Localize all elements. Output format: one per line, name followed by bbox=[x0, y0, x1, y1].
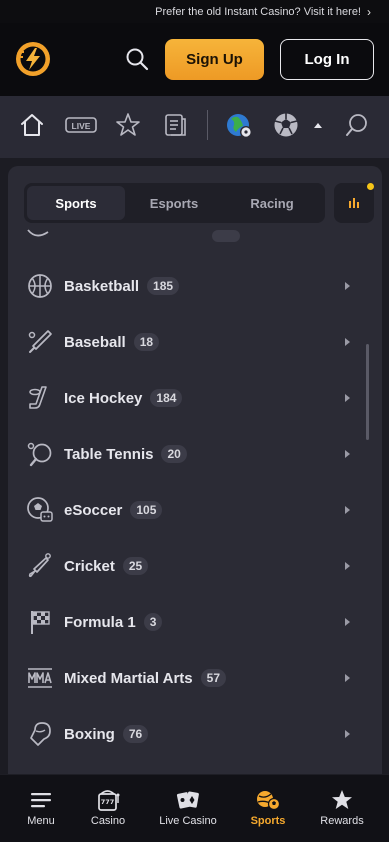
playing-cards-icon bbox=[176, 791, 199, 809]
mma-icon bbox=[28, 668, 52, 688]
event-count-badge: 57 bbox=[200, 669, 227, 687]
hamburger-icon bbox=[31, 793, 51, 808]
chevron-right-icon bbox=[345, 674, 350, 682]
sport-name: Baseball 18 bbox=[64, 333, 160, 351]
sport-name: Boxing 76 bbox=[64, 725, 149, 743]
home-icon[interactable] bbox=[19, 112, 45, 138]
sport-row-boxing[interactable]: Boxing 76 bbox=[8, 706, 366, 762]
event-count-badge: 18 bbox=[133, 333, 160, 351]
chevron-right-icon bbox=[345, 394, 350, 402]
bottom-nav-live-casino[interactable]: Live Casino bbox=[149, 789, 227, 837]
tab-sports[interactable]: Sports bbox=[27, 186, 125, 220]
betslip-icon[interactable] bbox=[162, 112, 188, 138]
event-count-badge: 25 bbox=[122, 557, 149, 575]
bottom-nav-label: Sports bbox=[250, 815, 286, 827]
event-count-badge: 3 bbox=[143, 613, 163, 631]
sport-row-mma[interactable]: Mixed Martial Arts 57 bbox=[8, 650, 366, 706]
sport-name: Basketball 185 bbox=[64, 277, 180, 295]
sport-row-cricket[interactable]: Cricket 25 bbox=[8, 538, 366, 594]
event-count-badge: 76 bbox=[122, 725, 149, 743]
notification-dot bbox=[367, 183, 374, 190]
svg-text:777: 777 bbox=[101, 798, 115, 806]
esoccer-icon bbox=[27, 497, 53, 522]
caret-up-icon[interactable] bbox=[312, 121, 324, 129]
bottom-nav-label: Live Casino bbox=[159, 815, 217, 827]
cricket-bat-icon bbox=[28, 553, 51, 578]
chevron-right-icon bbox=[345, 562, 350, 570]
sport-row-ice-hockey[interactable]: Ice Hockey 184 bbox=[8, 370, 366, 426]
nav-divider bbox=[207, 110, 208, 140]
event-count-badge: 185 bbox=[147, 277, 180, 295]
search-icon[interactable] bbox=[124, 46, 152, 74]
sport-name: eSoccer 105 bbox=[64, 501, 163, 519]
sport-row-baseball[interactable]: Baseball 18 bbox=[8, 314, 366, 370]
event-count-badge: 20 bbox=[161, 445, 187, 463]
sports-list: Basketball 185 Baseball 18 Ice Hockey 184 bbox=[8, 226, 382, 786]
partial-list-item bbox=[27, 229, 240, 242]
chevron-right-icon bbox=[345, 730, 350, 738]
sports-nav-bar: LIVE bbox=[0, 96, 389, 158]
sport-row-basketball[interactable]: Basketball 185 bbox=[8, 258, 366, 314]
bottom-nav: Menu 777 Casino Live Casino Sports Rewar… bbox=[0, 774, 389, 842]
chevron-right-icon bbox=[345, 450, 350, 458]
bottom-nav-label: Rewards bbox=[320, 815, 364, 827]
promo-bar[interactable]: Prefer the old Instant Casino? Visit it … bbox=[0, 0, 389, 23]
chevron-right-icon bbox=[345, 618, 350, 626]
star-icon bbox=[332, 790, 352, 809]
bottom-nav-rewards[interactable]: Rewards bbox=[303, 789, 381, 837]
sport-row-formula-1[interactable]: Formula 13 bbox=[8, 594, 366, 650]
slot-machine-icon: 777 bbox=[98, 790, 120, 811]
sports-icon bbox=[257, 791, 281, 811]
bottom-nav-label: Casino bbox=[90, 815, 126, 827]
checkered-flag-icon bbox=[31, 611, 50, 634]
sign-up-button[interactable]: Sign Up bbox=[165, 39, 264, 80]
soccer-ball-icon[interactable] bbox=[273, 112, 299, 138]
header: Sign Up Log In bbox=[0, 23, 389, 96]
sport-name: Formula 13 bbox=[64, 613, 163, 631]
baseball-bat-icon bbox=[28, 330, 52, 353]
sport-name: Table Tennis 20 bbox=[64, 445, 187, 463]
sport-row-esoccer[interactable]: eSoccer 105 bbox=[8, 482, 366, 538]
chevron-right-icon bbox=[345, 506, 350, 514]
tab-esports[interactable]: Esports bbox=[125, 186, 223, 220]
sport-row-table-tennis[interactable]: Table Tennis 20 bbox=[8, 426, 366, 482]
event-count-badge: 184 bbox=[150, 389, 183, 407]
promo-text[interactable]: Prefer the old Instant Casino? Visit it … bbox=[155, 6, 361, 18]
search-icon[interactable] bbox=[344, 112, 370, 138]
sport-name: Mixed Martial Arts 57 bbox=[64, 669, 227, 687]
chevron-right-icon bbox=[345, 338, 350, 346]
event-count-badge: 105 bbox=[130, 501, 163, 519]
table-tennis-icon bbox=[27, 442, 52, 467]
bottom-nav-casino[interactable]: 777 Casino bbox=[69, 789, 147, 837]
ice-hockey-icon bbox=[29, 386, 47, 409]
sports-panel: Sports Esports Racing Basketball 185 Bas… bbox=[8, 166, 382, 786]
chevron-right-icon bbox=[345, 282, 350, 290]
category-tabs: Sports Esports Racing bbox=[24, 183, 325, 223]
sport-name: Ice Hockey 184 bbox=[64, 389, 183, 407]
globe-icon[interactable] bbox=[225, 112, 253, 140]
scrollbar[interactable] bbox=[366, 344, 369, 440]
bottom-nav-sports[interactable]: Sports bbox=[229, 789, 307, 837]
boxing-glove-icon bbox=[30, 722, 51, 746]
basketball-icon bbox=[28, 274, 52, 298]
sport-name: Cricket 25 bbox=[64, 557, 149, 575]
live-icon[interactable]: LIVE bbox=[65, 112, 97, 138]
tab-racing[interactable]: Racing bbox=[223, 186, 321, 220]
log-in-button[interactable]: Log In bbox=[280, 39, 374, 80]
live-label: LIVE bbox=[72, 121, 91, 131]
chevron-right-icon: › bbox=[367, 4, 371, 19]
star-icon[interactable] bbox=[115, 112, 141, 138]
lightning-bolt-logo[interactable] bbox=[15, 41, 51, 77]
